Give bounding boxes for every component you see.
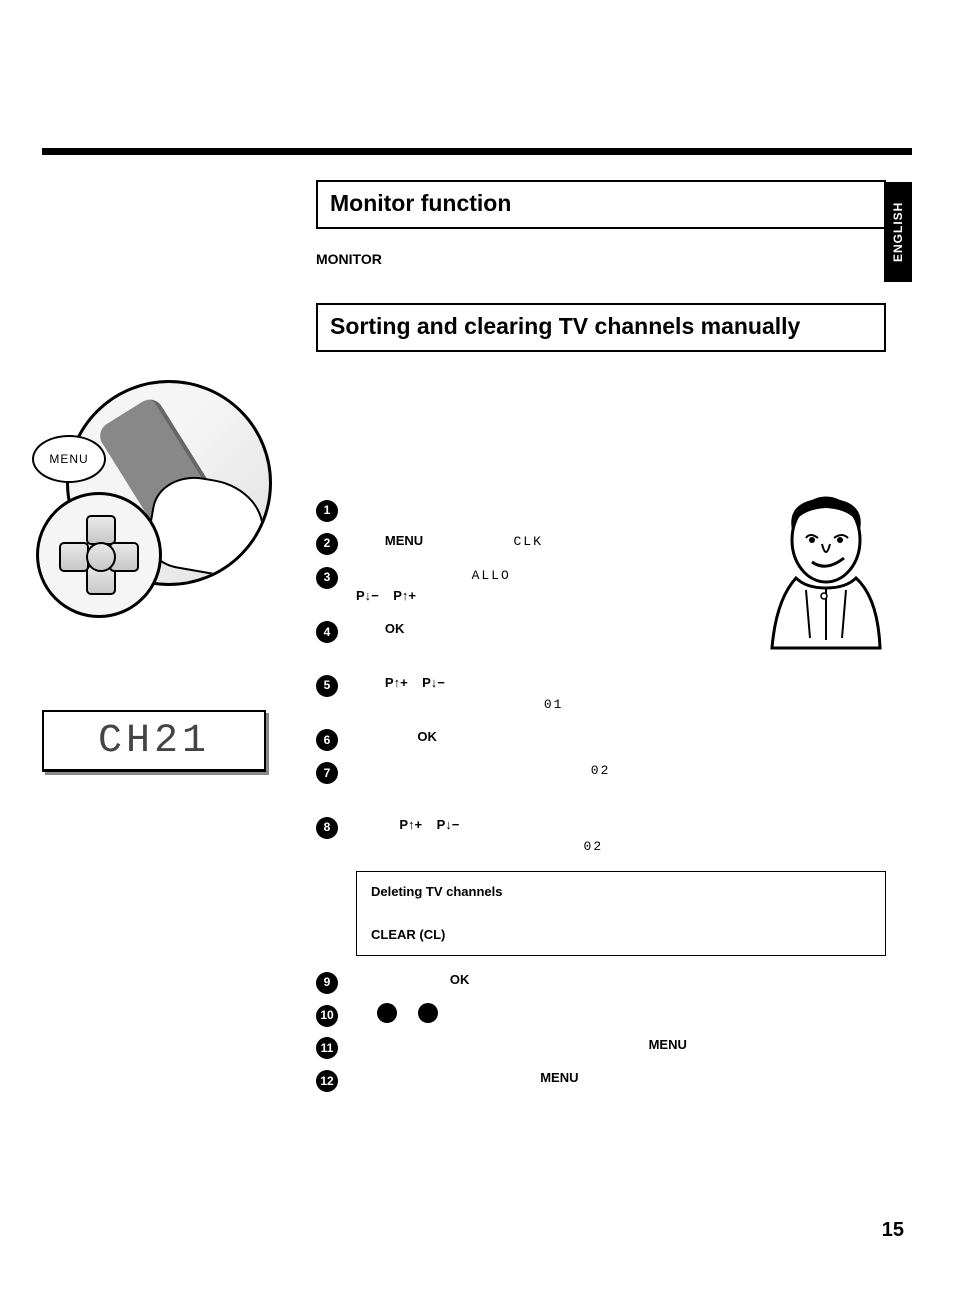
step-number-8: 8 (316, 817, 338, 839)
dpad-up-icon (86, 515, 116, 545)
remote-illustration: MENU (42, 380, 272, 610)
step-number-7: 7 (316, 762, 338, 784)
step-11: 11 .....................................… (316, 1035, 886, 1056)
lcd-display: CH21 (42, 710, 266, 772)
step-number-11: 11 (316, 1037, 338, 1059)
step-7: 7 ......................................… (316, 760, 886, 803)
dpad-left-icon (59, 542, 89, 572)
language-tab: ENGLISH (884, 182, 912, 282)
step-number-4: 4 (316, 621, 338, 643)
step-number-2: 2 (316, 533, 338, 555)
step-number-6: 6 (316, 729, 338, 751)
step-8: 8 ........... P↑+ .. P↓− ...............… (316, 815, 886, 858)
manual-page: ENGLISH MENU CH21 Monitor (0, 0, 954, 1302)
inline-ref-9: 9 (418, 1003, 438, 1023)
menu-callout-label: MENU (32, 435, 106, 483)
note-title: Deleting TV channels (371, 882, 871, 902)
section-monitor-title: Monitor function (316, 180, 886, 229)
step-number-9: 9 (316, 972, 338, 994)
deleting-note-box: Deleting TV channels ...................… (356, 871, 886, 956)
step-9: 9 ......................... OK (316, 970, 886, 991)
note-clear-key: CLEAR (CL) (371, 927, 445, 942)
step-number-1: 1 (316, 500, 338, 522)
step-12: 12 .....................................… (316, 1068, 886, 1089)
step-10: 10 .... 7 .. 9 (316, 1003, 886, 1024)
lcd-value: CH21 (98, 719, 210, 764)
step-5: 5 ....... P↑+ .. P↓− ...................… (316, 673, 886, 716)
step-6: 6 ................ OK (316, 727, 886, 748)
step-number-10: 10 (316, 1005, 338, 1027)
left-column: MENU CH21 (42, 380, 292, 772)
inline-ref-7: 7 (377, 1003, 397, 1023)
dpad-ok-icon (86, 542, 116, 572)
content-column: Monitor function MONITOR Sorting and cle… (316, 180, 886, 1101)
step-number-5: 5 (316, 675, 338, 697)
person-illustration (766, 490, 886, 650)
monitor-label: MONITOR (316, 251, 886, 267)
step-number-12: 12 (316, 1070, 338, 1092)
section-sorting-title: Sorting and clearing TV channels manuall… (316, 303, 886, 352)
steps-list-cont: 9 ......................... OK 10 .... 7… (316, 970, 886, 1089)
top-rule (42, 148, 912, 155)
step-number-3: 3 (316, 567, 338, 589)
dpad-illustration (36, 492, 162, 618)
page-number: 15 (882, 1219, 904, 1242)
